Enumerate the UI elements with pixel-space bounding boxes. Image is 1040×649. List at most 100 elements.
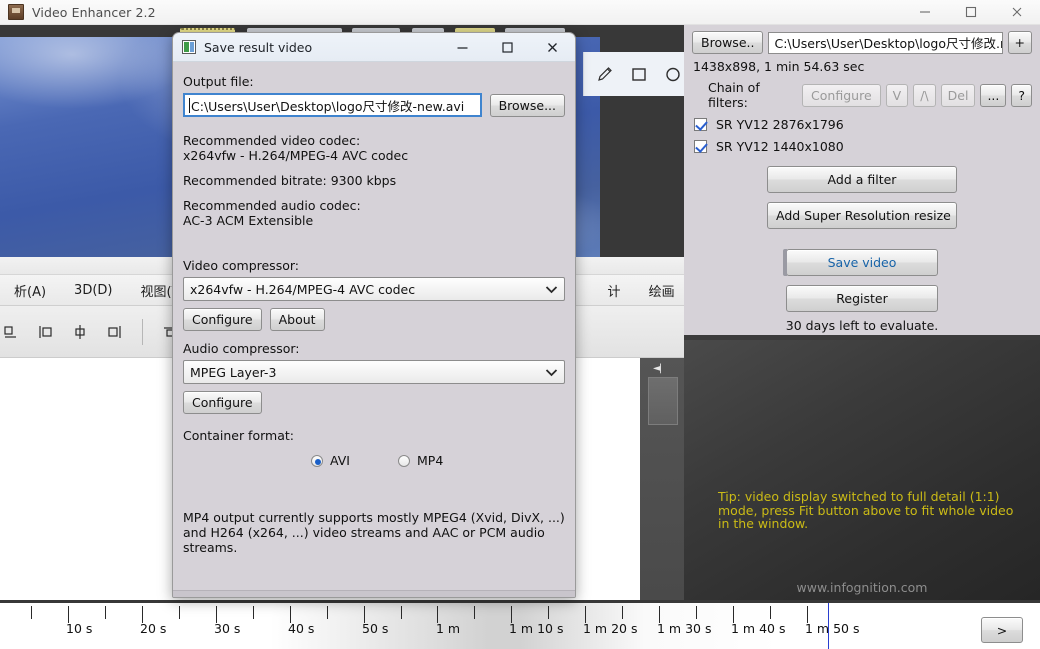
timeline-tick xyxy=(474,606,475,619)
timeline-tick xyxy=(31,606,32,619)
filter-label: SR YV12 2876x1796 xyxy=(716,117,844,132)
dialog-minimize-icon[interactable] xyxy=(440,33,485,62)
align-right-icon[interactable] xyxy=(104,322,124,342)
background-menu-item[interactable]: 析(A) xyxy=(0,281,60,300)
save-video-button[interactable]: Save video xyxy=(783,249,938,276)
register-row: Register xyxy=(684,276,1040,312)
browse-output-button[interactable]: Browse... xyxy=(489,93,565,117)
save-result-video-dialog: Save result video Output file: C:\Users\… xyxy=(172,32,576,598)
align-top-icon[interactable] xyxy=(36,322,56,342)
move-filter-up-button[interactable]: /\ xyxy=(913,83,936,107)
text-caret xyxy=(189,97,190,113)
dialog-window-controls xyxy=(440,33,575,62)
dialog-footer xyxy=(173,590,575,597)
recommended-audio-codec-value: AC-3 ACM Extensible xyxy=(183,213,314,228)
filter-list-item[interactable]: SR YV12 2876x1796 xyxy=(684,110,1040,132)
configure-filter-button[interactable]: Configure xyxy=(802,83,881,107)
close-icon[interactable] xyxy=(994,0,1040,25)
timeline-label: 30 s xyxy=(214,621,241,636)
align-center-icon[interactable] xyxy=(70,322,90,342)
help-button[interactable]: ? xyxy=(1011,83,1032,107)
output-file-row: C:\Users\User\Desktop\logo尺寸修改-new.avi B… xyxy=(183,93,565,117)
dialog-maximize-icon[interactable] xyxy=(485,33,530,62)
configure-video-codec-button[interactable]: Configure xyxy=(183,308,262,331)
register-button[interactable]: Register xyxy=(786,285,938,312)
chain-of-filters-row: Chain of filters: Configure V /\ Del ...… xyxy=(684,76,1040,110)
recommended-video-codec-value: x264vfw - H.264/MPEG-4 AVC codec xyxy=(183,148,409,163)
dialog-body: Output file: C:\Users\User\Desktop\logo尺… xyxy=(173,62,575,597)
about-video-codec-button[interactable]: About xyxy=(269,308,325,331)
application-window: Video Enhancer 2.2 析(A) 3D(D) 视图(V) 计 绘画… xyxy=(0,0,1040,649)
delete-filter-button[interactable]: Del xyxy=(940,83,976,107)
filter-list-item[interactable]: SR YV12 1440x1080 xyxy=(684,132,1040,154)
container-option-avi[interactable]: AVI xyxy=(311,453,350,468)
add-filter-button[interactable]: Add a filter xyxy=(767,166,957,193)
timeline-label: 1 m 20 s xyxy=(583,621,638,636)
preview-top-edge xyxy=(684,335,1040,340)
timeline-tick xyxy=(179,606,180,619)
filter-checkbox[interactable] xyxy=(694,118,707,131)
timeline-tick xyxy=(548,606,549,619)
radio-indicator[interactable] xyxy=(398,454,410,467)
timeline-tick xyxy=(327,606,328,619)
container-option-mp4[interactable]: MP4 xyxy=(398,453,443,468)
timeline-tick xyxy=(401,606,402,619)
timeline-ruler[interactable]: 10 s 20 s 30 s 40 s 50 s 1 m 1 m 10 s 1 … xyxy=(0,600,1040,649)
dialog-close-icon[interactable] xyxy=(530,33,575,62)
output-file-input[interactable]: C:\Users\User\Desktop\logo尺寸修改-new.avi xyxy=(183,93,482,117)
chevron-down-icon xyxy=(545,365,558,380)
timeline-label: 1 m 10 s xyxy=(509,621,564,636)
app-icon xyxy=(8,4,24,20)
evaluation-note: 30 days left to evaluate. xyxy=(785,318,939,333)
audio-compressor-select[interactable]: MPEG Layer-3 xyxy=(183,360,565,384)
background-menu-item[interactable]: 绘画 xyxy=(635,281,684,300)
collapse-panel-icon[interactable]: ◄| xyxy=(653,363,662,374)
document-thumbnail-panel[interactable] xyxy=(648,377,678,425)
next-frame-button[interactable]: > xyxy=(981,617,1023,643)
background-menu-item[interactable]: 3D(D) xyxy=(60,283,126,298)
audio-compressor-value: MPEG Layer-3 xyxy=(190,364,277,380)
add-super-resolution-resize-button[interactable]: Add Super Resolution resize xyxy=(767,202,957,229)
align-left-icon[interactable] xyxy=(2,322,22,342)
media-info-label: 1438x898, 1 min 54.63 sec xyxy=(693,59,865,74)
source-file-row: Browse.. C:\Users\User\Desktop\logo尺寸修改.… xyxy=(684,25,1040,54)
recommendations-block: Recommended video codec: x264vfw - H.264… xyxy=(183,133,565,228)
right-control-panel: Browse.. C:\Users\User\Desktop\logo尺寸修改.… xyxy=(684,25,1040,340)
square-icon[interactable] xyxy=(630,65,648,83)
video-compressor-label: Video compressor: xyxy=(183,258,299,273)
video-compressor-select[interactable]: x264vfw - H.264/MPEG-4 AVC codec xyxy=(183,277,565,301)
container-format-note: MP4 output currently supports mostly MPE… xyxy=(183,510,565,555)
container-format-options: AVI MP4 xyxy=(183,453,565,468)
radio-indicator[interactable] xyxy=(311,454,323,467)
filter-checkbox[interactable] xyxy=(694,140,707,153)
recommended-video-codec-label: Recommended video codec: xyxy=(183,133,361,148)
filter-label: SR YV12 1440x1080 xyxy=(716,139,844,154)
configure-audio-codec-button[interactable]: Configure xyxy=(183,391,262,414)
timeline-playhead[interactable] xyxy=(828,603,829,649)
timeline-tick xyxy=(770,606,771,619)
source-path-input[interactable]: C:\Users\User\Desktop\logo尺寸修改.mp4 xyxy=(768,31,1003,54)
video-detail-preview[interactable]: Tip: video display switched to full deta… xyxy=(684,335,1040,600)
add-filter-row: Add a filter xyxy=(684,154,1040,193)
move-filter-down-button[interactable]: V xyxy=(885,83,909,107)
chain-of-filters-label: Chain of filters: xyxy=(708,80,760,110)
timeline-label: 20 s xyxy=(140,621,167,636)
timeline-label: 1 m xyxy=(436,621,461,636)
browse-source-button[interactable]: Browse.. xyxy=(692,31,764,54)
timeline-label: 10 s xyxy=(66,621,93,636)
minimize-icon[interactable] xyxy=(902,0,948,25)
background-menu-item[interactable]: 计 xyxy=(594,281,635,300)
add-super-resolution-row: Add Super Resolution resize xyxy=(684,193,1040,229)
more-options-button[interactable]: ... xyxy=(980,83,1007,107)
container-option-avi-label: AVI xyxy=(330,453,350,468)
circle-icon[interactable] xyxy=(664,65,682,83)
add-source-button[interactable]: + xyxy=(1007,31,1032,54)
maximize-icon[interactable] xyxy=(948,0,994,25)
video-codec-buttons: Configure About xyxy=(183,308,565,331)
watermark-text: www.infognition.com xyxy=(796,580,928,595)
save-video-row: Save video xyxy=(684,229,1040,276)
video-file-icon xyxy=(182,40,196,54)
timeline-tick xyxy=(696,606,697,619)
pencil-icon[interactable] xyxy=(596,65,614,83)
output-file-value: C:\Users\User\Desktop\logo尺寸修改-new.avi xyxy=(191,98,465,114)
